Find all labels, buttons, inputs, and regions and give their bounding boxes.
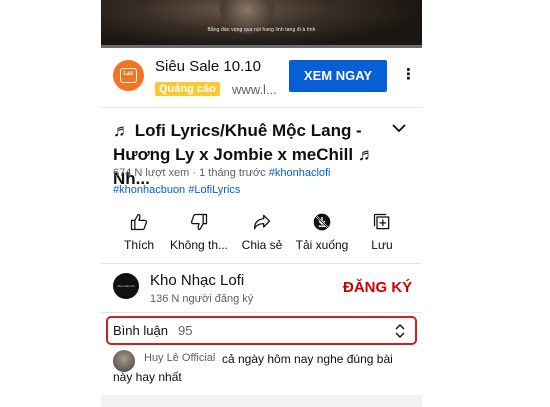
video-progress-bar[interactable] <box>101 45 422 48</box>
share-button[interactable]: Chia sẻ <box>230 210 294 256</box>
comments-header[interactable]: Bình luận 95 <box>106 316 417 345</box>
subscribe-button[interactable]: ĐĂNG KÝ <box>343 279 412 296</box>
ad-cta-button[interactable]: XEM NGAY <box>289 60 387 92</box>
phone-screen: Bằng đàn vọng qua núi hang linh tang đi … <box>101 0 422 407</box>
like-label: Thích <box>123 238 154 252</box>
video-subtitle: Bằng đàn vọng qua núi hang linh tang đi … <box>207 27 316 33</box>
comments-label: Bình luận <box>113 323 168 338</box>
action-bar: Thích Không th... Chia sẻ Tải xuống Lưu <box>101 210 422 256</box>
dislike-button[interactable]: Không th... <box>167 210 231 256</box>
bottom-strip <box>101 395 422 407</box>
video-title[interactable]: ♬ Lofi Lyrics/Khuê Mộc Lang - Hương Ly x… <box>113 119 385 191</box>
like-icon <box>130 213 148 231</box>
download-button[interactable]: Tải xuống <box>290 210 354 256</box>
hashtag-links[interactable]: #khonhacbuon #LofiLyrics <box>113 184 240 196</box>
comment-author[interactable]: Huy Lê Official <box>144 352 215 364</box>
video-player[interactable]: Bằng đàn vọng qua núi hang linh tang đi … <box>101 0 422 48</box>
divider <box>101 107 422 108</box>
lazada-logo: Laz <box>113 60 144 91</box>
subscriber-count: 136 N người đăng ký <box>150 293 254 305</box>
comment-item[interactable]: Huy Lê Official cả ngày hôm nay nghe đún… <box>101 350 422 390</box>
share-label: Chia sẻ <box>241 238 283 252</box>
ad-url[interactable]: www.l... <box>232 82 277 97</box>
divider <box>101 263 422 264</box>
upload-age: 1 tháng trước <box>199 167 266 179</box>
video-meta: 674 N lượt xem · 1 tháng trước #khonhacl… <box>113 167 331 179</box>
download-icon <box>313 213 331 231</box>
ad-title[interactable]: Siêu Sale 10.10 <box>155 58 261 75</box>
dislike-icon <box>190 213 208 231</box>
ad-badge: Quảng cáo <box>155 82 220 96</box>
channel-row[interactable]: kho nhac lofi Kho Nhạc Lofi 136 N người … <box>101 268 422 308</box>
comment-text: cả ngày hôm nay nghe đúng bài <box>222 352 393 366</box>
comment-text-continued: này hay nhất <box>113 370 182 384</box>
save-button[interactable]: Lưu <box>350 210 414 256</box>
hashtag-link[interactable]: #khonhaclofi <box>269 167 331 179</box>
chevron-down-icon[interactable] <box>391 120 407 136</box>
divider <box>101 312 422 313</box>
ad-banner[interactable]: Laz Siêu Sale 10.10 Quảng cáo www.l... X… <box>101 56 422 102</box>
like-button[interactable]: Thích <box>107 210 171 256</box>
save-to-playlist-icon <box>373 213 390 230</box>
expand-icon[interactable] <box>394 323 406 339</box>
comments-count: 95 <box>178 323 193 338</box>
channel-name[interactable]: Kho Nhạc Lofi <box>150 272 244 289</box>
dislike-label: Không th... <box>169 238 229 252</box>
download-label: Tải xuống <box>295 238 349 252</box>
view-count: 674 N lượt xem <box>113 167 190 179</box>
more-options-icon[interactable]: ⋮ <box>401 66 416 86</box>
channel-avatar[interactable]: kho nhac lofi <box>113 273 139 299</box>
share-icon <box>253 214 271 230</box>
save-label: Lưu <box>371 238 393 252</box>
